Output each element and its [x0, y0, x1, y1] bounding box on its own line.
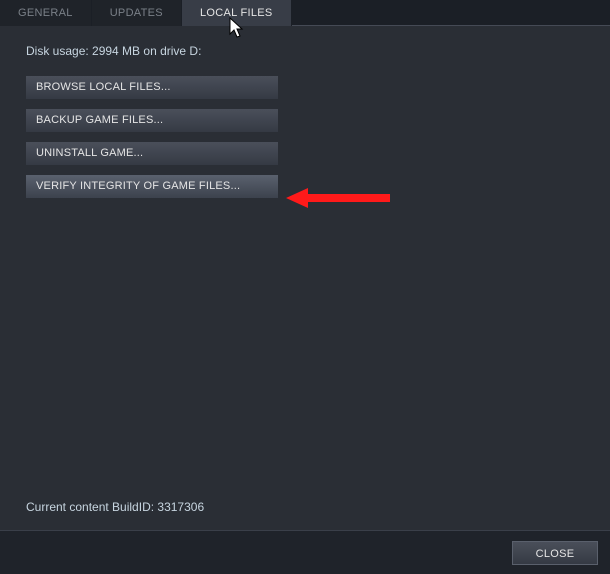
build-id-label: Current content BuildID: 3317306: [26, 500, 204, 514]
footer: CLOSE: [0, 530, 610, 574]
verify-integrity-button[interactable]: VERIFY INTEGRITY OF GAME FILES...: [26, 175, 278, 198]
tab-updates[interactable]: UPDATES: [92, 0, 182, 26]
tab-general[interactable]: GENERAL: [0, 0, 92, 26]
backup-game-files-button[interactable]: BACKUP GAME FILES...: [26, 109, 278, 132]
disk-usage-label: Disk usage: 2994 MB on drive D:: [26, 44, 584, 58]
uninstall-game-button[interactable]: UNINSTALL GAME...: [26, 142, 278, 165]
tab-local-files[interactable]: LOCAL FILES: [182, 0, 292, 26]
close-button[interactable]: CLOSE: [512, 541, 598, 565]
tab-content: Disk usage: 2994 MB on drive D: BROWSE L…: [0, 26, 610, 226]
tab-bar: GENERAL UPDATES LOCAL FILES: [0, 0, 610, 26]
browse-local-files-button[interactable]: BROWSE LOCAL FILES...: [26, 76, 278, 99]
